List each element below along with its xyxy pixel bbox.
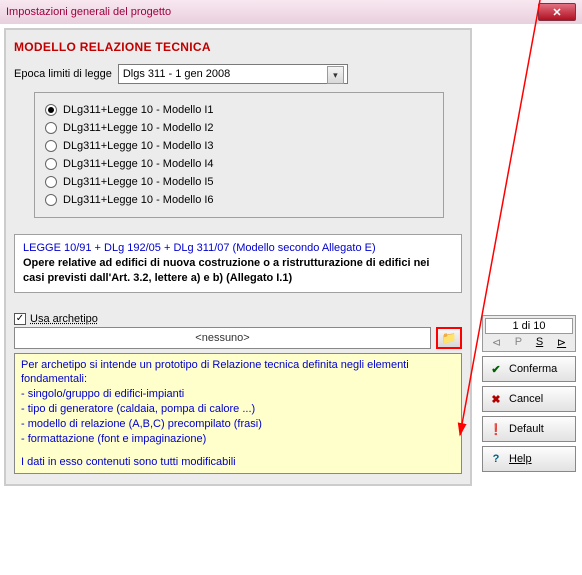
cancel-button[interactable]: ✖ Cancel bbox=[482, 386, 576, 412]
settings-panel: MODELLO RELAZIONE TECNICA Epoca limiti d… bbox=[4, 28, 472, 486]
radio-icon bbox=[45, 158, 57, 170]
radio-label: DLg311+Legge 10 - Modello I6 bbox=[63, 194, 214, 206]
folder-icon: 📁 bbox=[442, 331, 457, 345]
radio-icon bbox=[45, 122, 57, 134]
pager-prev: P bbox=[515, 336, 522, 349]
exclaim-icon: ❗ bbox=[489, 423, 503, 436]
model-radio-4[interactable]: DLg311+Legge 10 - Modello I4 bbox=[45, 155, 433, 173]
use-archetype-label: Usa archetipo bbox=[30, 313, 98, 325]
epoch-label: Epoca limiti di legge bbox=[14, 68, 112, 80]
model-radio-5[interactable]: DLg311+Legge 10 - Modello I5 bbox=[45, 173, 433, 191]
pager-next[interactable]: S bbox=[536, 336, 543, 349]
check-icon: ✔ bbox=[489, 363, 503, 376]
radio-label: DLg311+Legge 10 - Modello I4 bbox=[63, 158, 214, 170]
window-title: Impostazioni generali del progetto bbox=[6, 6, 171, 18]
right-button-panel: 1 di 10 ⊲ P S ⊳ ✔ Conferma ✖ Cancel ❗ De… bbox=[482, 315, 576, 472]
archetype-browse-button[interactable]: 📁 bbox=[436, 327, 462, 349]
radio-label: DLg311+Legge 10 - Modello I3 bbox=[63, 140, 214, 152]
epoch-select-value: Dlgs 311 - 1 gen 2008 bbox=[123, 68, 230, 80]
close-button[interactable]: ✕ bbox=[538, 3, 576, 21]
x-icon: ✖ bbox=[489, 393, 503, 406]
radio-label: DLg311+Legge 10 - Modello I2 bbox=[63, 122, 214, 134]
default-button[interactable]: ❗ Default bbox=[482, 416, 576, 442]
use-archetype-checkbox[interactable] bbox=[14, 313, 26, 325]
info-line-1: LEGGE 10/91 + DLg 192/05 + DLg 311/07 (M… bbox=[23, 241, 453, 256]
model-info-box: LEGGE 10/91 + DLg 192/05 + DLg 311/07 (M… bbox=[14, 234, 462, 293]
confirm-button[interactable]: ✔ Conferma bbox=[482, 356, 576, 382]
radio-icon bbox=[45, 140, 57, 152]
radio-label: DLg311+Legge 10 - Modello I5 bbox=[63, 176, 214, 188]
archetype-value[interactable]: <nessuno> bbox=[14, 327, 431, 349]
epoch-select[interactable]: Dlgs 311 - 1 gen 2008 bbox=[118, 64, 348, 84]
pager: 1 di 10 ⊲ P S ⊳ bbox=[482, 315, 576, 352]
radio-label: DLg311+Legge 10 - Modello I1 bbox=[63, 104, 214, 116]
help-icon: ? bbox=[489, 453, 503, 465]
close-icon: ✕ bbox=[552, 6, 561, 19]
pager-first: ⊲ bbox=[492, 336, 501, 349]
model-radio-2[interactable]: DLg311+Legge 10 - Modello I2 bbox=[45, 119, 433, 137]
radio-icon bbox=[45, 176, 57, 188]
model-radio-6[interactable]: DLg311+Legge 10 - Modello I6 bbox=[45, 191, 433, 209]
pager-text: 1 di 10 bbox=[485, 318, 573, 334]
radio-icon bbox=[45, 194, 57, 206]
pager-last[interactable]: ⊳ bbox=[557, 336, 566, 349]
section-title: MODELLO RELAZIONE TECNICA bbox=[14, 40, 462, 54]
archetype-description: Per archetipo si intende un prototipo di… bbox=[14, 353, 462, 475]
info-line-2: Opere relative ad edifici di nuova costr… bbox=[23, 256, 453, 286]
model-radio-group: DLg311+Legge 10 - Modello I1 DLg311+Legg… bbox=[34, 92, 444, 218]
help-button[interactable]: ? Help bbox=[482, 446, 576, 472]
model-radio-1[interactable]: DLg311+Legge 10 - Modello I1 bbox=[45, 101, 433, 119]
model-radio-3[interactable]: DLg311+Legge 10 - Modello I3 bbox=[45, 137, 433, 155]
radio-icon bbox=[45, 104, 57, 116]
